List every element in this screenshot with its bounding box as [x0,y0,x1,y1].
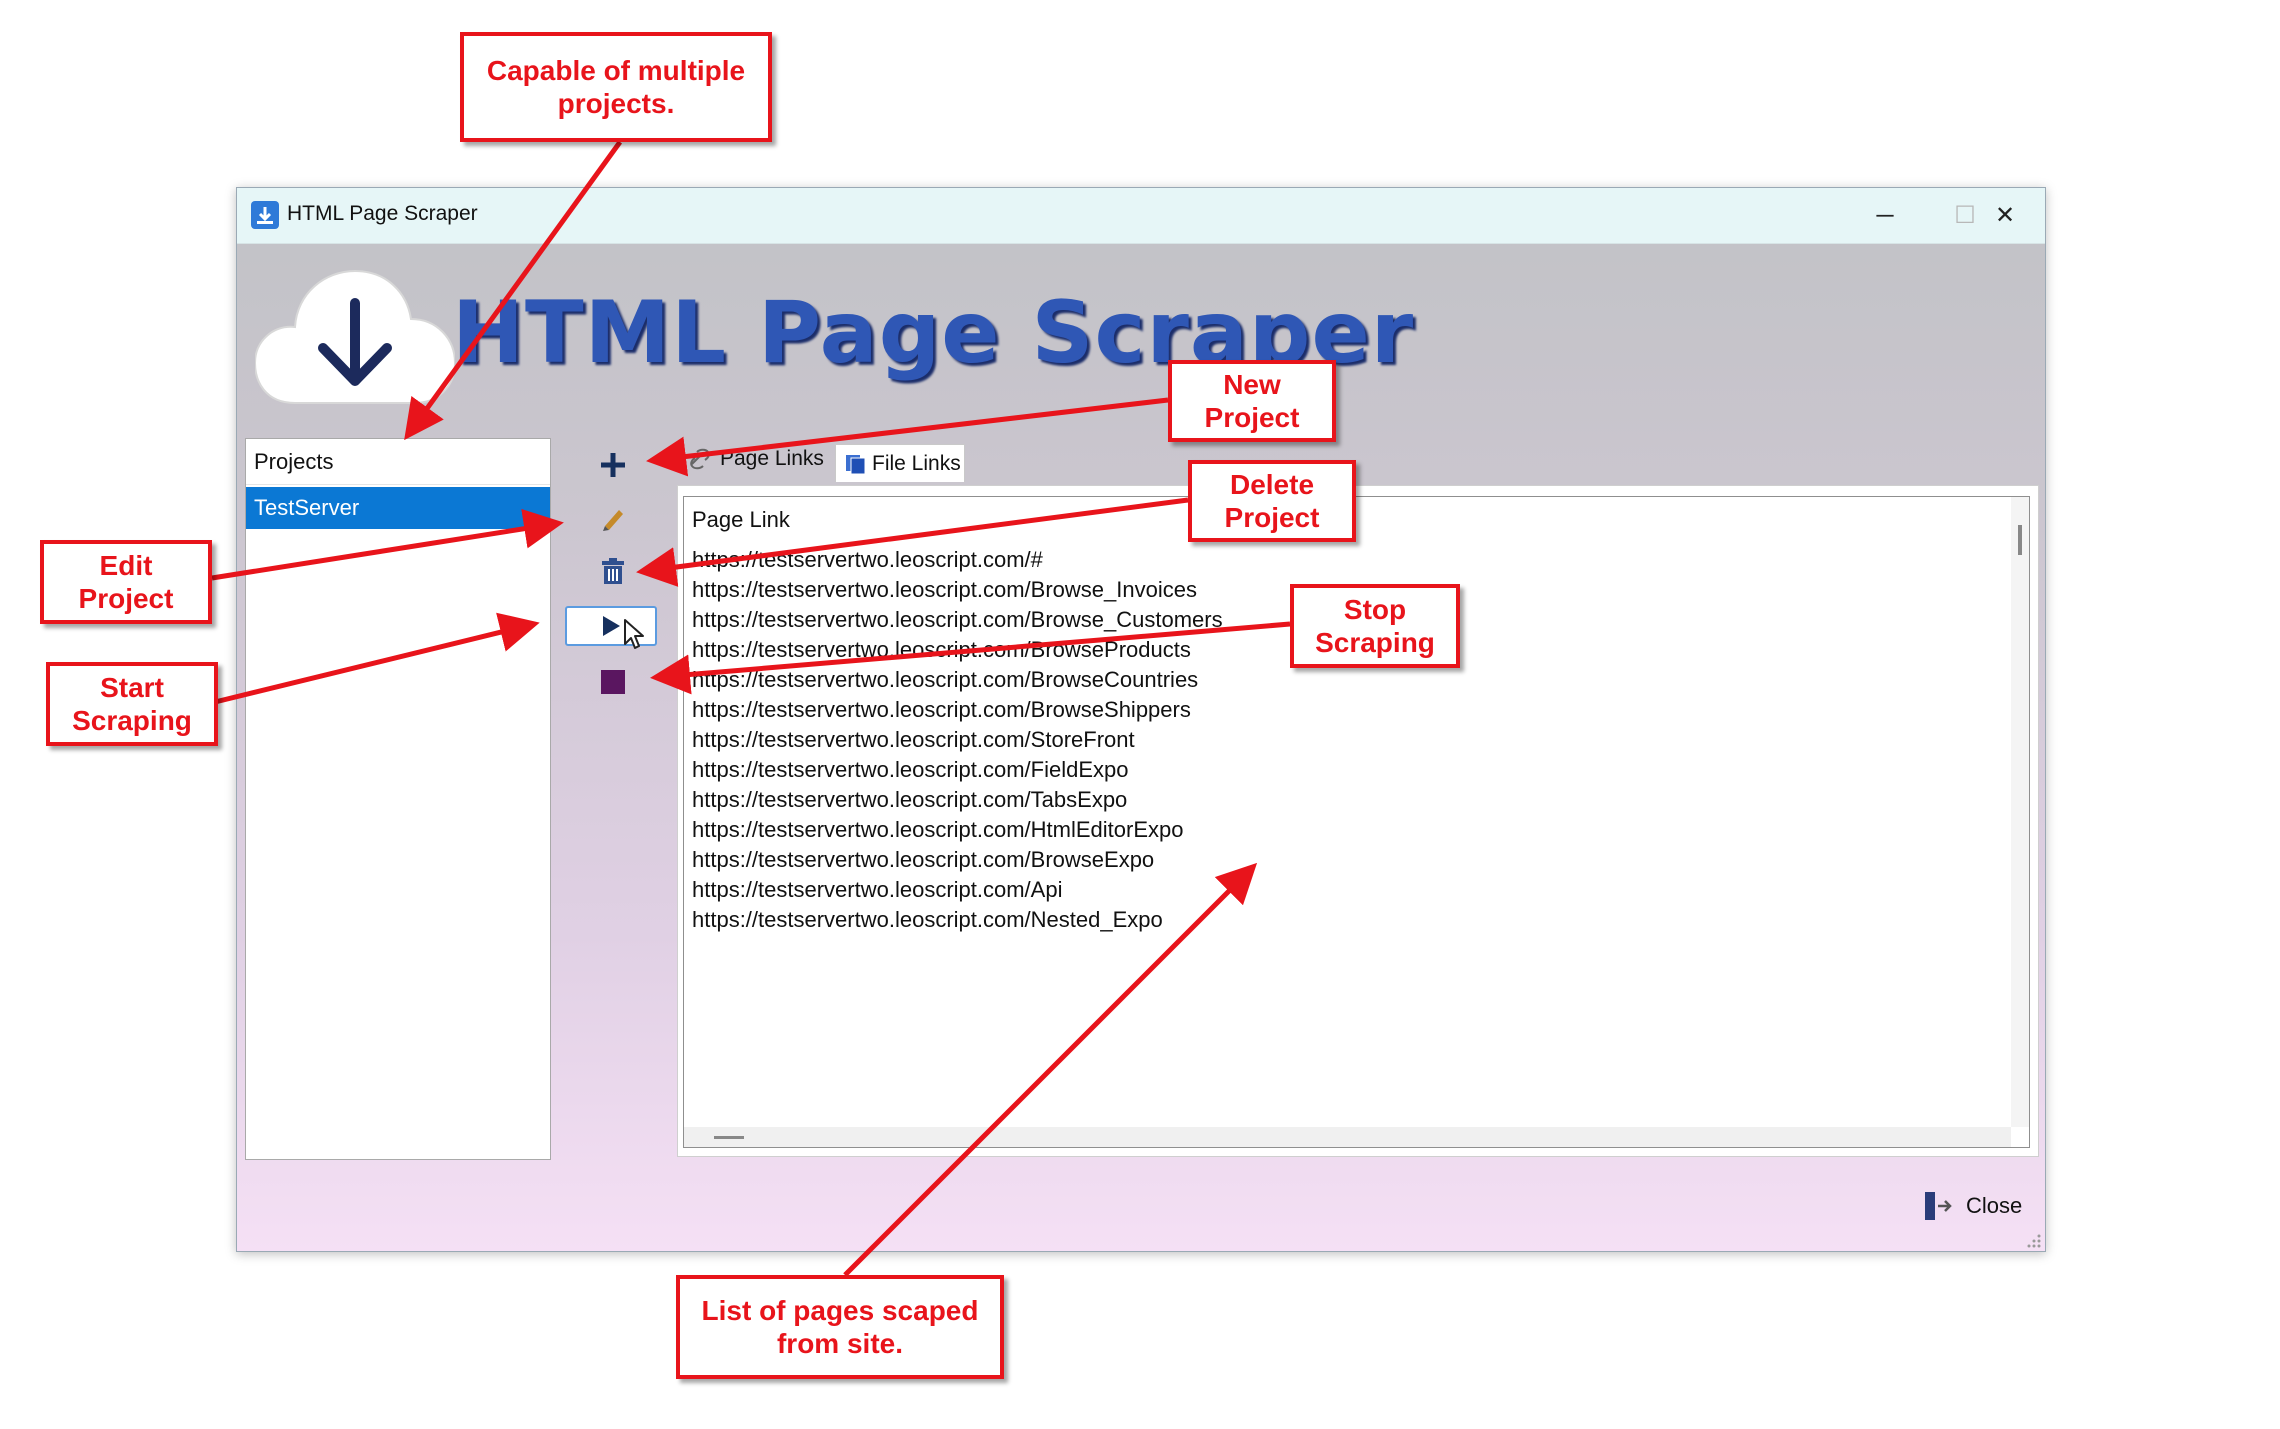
list-item[interactable]: https://testservertwo.leoscript.com/Brow… [692,577,1197,603]
minimize-button[interactable]: ─ [1845,188,1925,243]
stop-square-icon [601,670,625,694]
tab-file-links[interactable]: File Links [835,444,965,482]
list-item[interactable]: https://testservertwo.leoscript.com/Brow… [692,607,1223,633]
callout-start-scraping: Start Scraping [46,662,218,746]
plus-icon [601,453,625,477]
callout-list-pages-line1: List of pages scaped [701,1295,979,1326]
close-button-label: Close [1966,1193,2023,1218]
vertical-scroll-thumb[interactable] [2018,525,2022,555]
callout-multiple-projects: Capable of multiple projects. [460,32,772,142]
title-bar[interactable]: HTML Page Scraper ─ ☐ ✕ [237,188,2045,244]
pencil-icon [603,510,623,531]
callout-multiple-projects-line2: projects. [557,88,675,119]
callout-list-pages: List of pages scaped from site. [676,1275,1004,1379]
list-item[interactable]: https://testservertwo.leoscript.com/# [692,547,1043,573]
callout-delete-project-line2: Project [1224,502,1320,533]
callout-new-project-line1: New [1223,369,1281,400]
exit-door-icon [1925,1192,1952,1220]
stop-scraping-button[interactable] [593,662,633,702]
callout-stop-scraping-line1: Stop [1343,594,1407,625]
project-item-testserver[interactable]: TestServer [246,487,550,529]
list-item[interactable]: https://testservertwo.leoscript.com/Nest… [692,907,1163,933]
projects-header: Projects [246,439,550,485]
close-button[interactable]: Close [1922,1188,2032,1224]
files-icon [846,455,866,475]
list-item[interactable]: https://testservertwo.leoscript.com/Html… [692,817,1184,843]
play-icon [603,616,620,636]
link-icon [690,448,710,470]
list-item[interactable]: https://testservertwo.leoscript.com/Brow… [692,667,1198,693]
callout-edit-project: Edit Project [40,540,212,624]
start-scraping-button[interactable] [565,606,657,649]
list-item[interactable]: https://testservertwo.leoscript.com/Api [692,877,1062,903]
list-item[interactable]: https://testservertwo.leoscript.com/Fiel… [692,757,1129,783]
callout-edit-project-line2: Project [78,583,174,614]
horizontal-scroll-thumb[interactable] [714,1136,744,1139]
mouse-cursor-icon [624,619,644,649]
cloud-download-icon [255,269,455,404]
callout-stop-scraping-line2: Scraping [1315,627,1435,658]
app-window: HTML Page Scraper ─ ☐ ✕ HTML Page Scrape… [236,187,2046,1252]
column-header-page-link[interactable]: Page Link [692,507,790,533]
app-download-icon [251,201,279,229]
list-item[interactable]: https://testservertwo.leoscript.com/Stor… [692,727,1135,753]
trash-icon [602,558,624,584]
callout-edit-project-line1: Edit [99,550,153,581]
list-item[interactable]: https://testservertwo.leoscript.com/Brow… [692,697,1191,723]
window-close-button[interactable]: ✕ [1965,188,2045,243]
callout-start-scraping-line1: Start [100,672,164,703]
callout-list-pages-line2: from site. [776,1328,904,1359]
resize-grip-icon[interactable] [2027,1234,2041,1248]
tab-file-links-label: File Links [872,452,961,475]
edit-project-button[interactable] [593,498,633,538]
callout-delete-project-line1: Delete [1229,469,1315,500]
callout-stop-scraping: Stop Scraping [1290,584,1460,668]
callout-new-project-line2: Project [1204,402,1300,433]
callout-multiple-projects-line1: Capable of multiple [486,55,746,86]
callout-new-project: New Project [1168,360,1336,442]
list-item[interactable]: https://testservertwo.leoscript.com/Brow… [692,637,1191,663]
callout-start-scraping-line2: Scraping [72,705,192,736]
new-project-button[interactable] [593,445,633,485]
list-item[interactable]: https://testservertwo.leoscript.com/Tabs… [692,787,1127,813]
tab-page-links[interactable]: Page Links [680,440,830,478]
tab-page-links-label: Page Links [720,447,824,470]
window-title: HTML Page Scraper [287,202,478,225]
projects-list[interactable]: Projects TestServer [245,438,551,1160]
list-item[interactable]: https://testservertwo.leoscript.com/Brow… [692,847,1154,873]
delete-project-button[interactable] [593,551,633,591]
callout-delete-project: Delete Project [1188,460,1356,542]
vertical-scrollbar[interactable] [2011,497,2029,1127]
horizontal-scrollbar[interactable] [684,1127,2011,1147]
